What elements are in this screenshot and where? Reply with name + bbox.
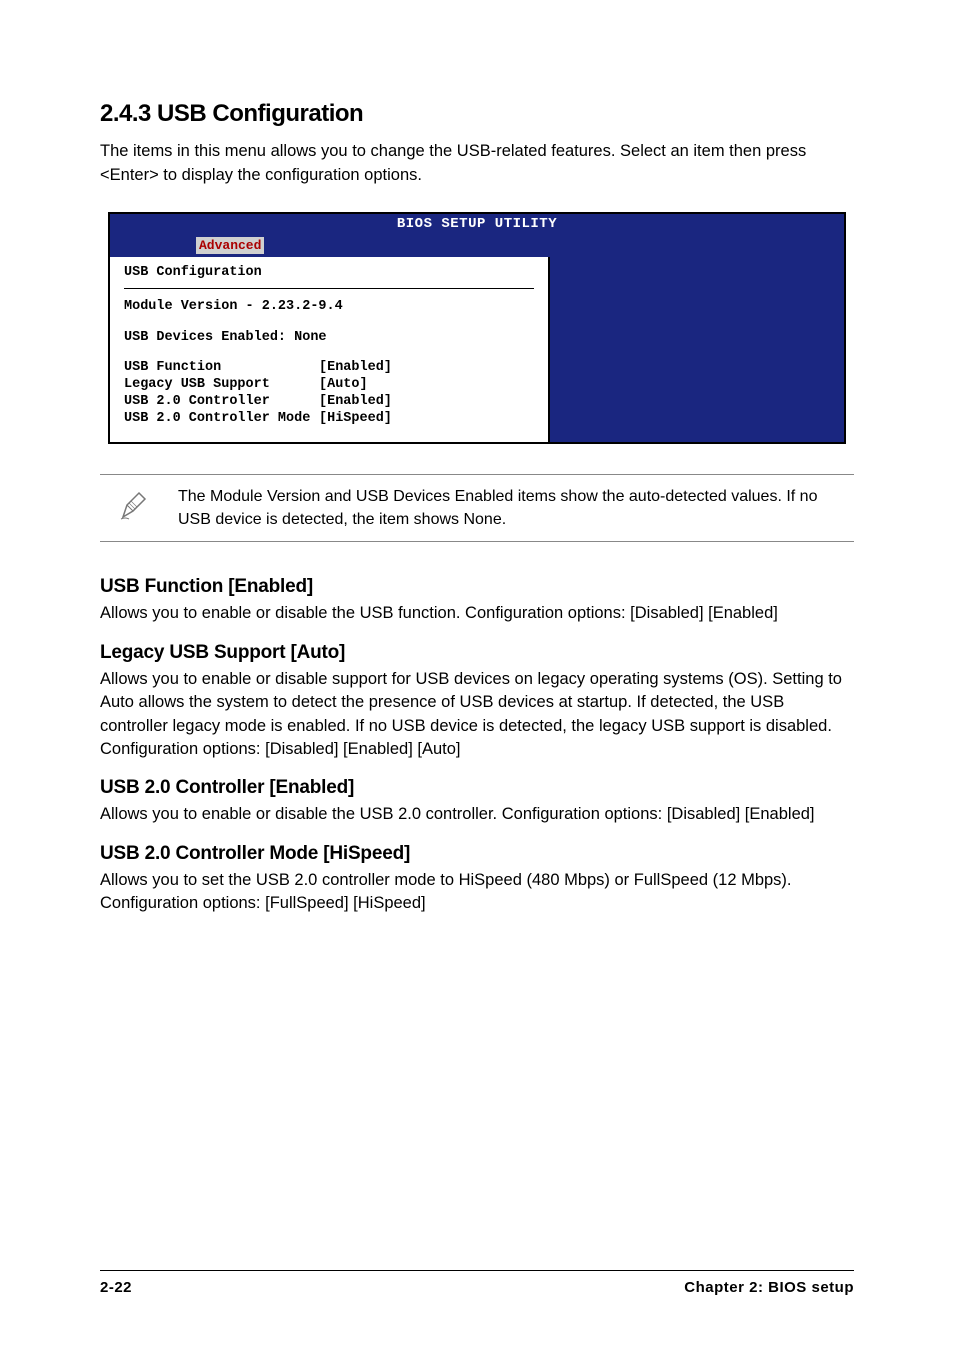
bios-row-value: [Enabled] — [319, 360, 534, 377]
bios-row-label: USB 2.0 Controller — [124, 394, 319, 411]
subheading-usb20-controller: USB 2.0 Controller [Enabled] — [100, 777, 854, 799]
bios-row: USB 2.0 Controller Mode [HiSpeed] — [124, 411, 534, 428]
bios-row-value: [HiSpeed] — [319, 411, 534, 428]
body-usb20-controller: Allows you to enable or disable the USB … — [100, 803, 854, 826]
bios-row-label: USB Function — [124, 360, 319, 377]
bios-body: USB Configuration Module Version - 2.23.… — [110, 257, 844, 442]
note-text: The Module Version and USB Devices Enabl… — [170, 485, 854, 531]
bios-screenshot-box: BIOS SETUP UTILITY Advanced USB Configur… — [108, 212, 846, 444]
bios-module-version: Module Version - 2.23.2-9.4 — [124, 299, 534, 316]
bios-row-value: [Enabled] — [319, 394, 534, 411]
note-block: The Module Version and USB Devices Enabl… — [100, 474, 854, 542]
body-usb-function: Allows you to enable or disable the USB … — [100, 602, 854, 625]
subheading-usb-function: USB Function [Enabled] — [100, 576, 854, 598]
intro-paragraph: The items in this menu allows you to cha… — [100, 140, 854, 188]
bios-section-title: USB Configuration — [124, 265, 534, 289]
bios-row: Legacy USB Support [Auto] — [124, 377, 534, 394]
chapter-title: Chapter 2: BIOS setup — [684, 1279, 854, 1296]
pencil-note-icon — [117, 487, 153, 528]
bios-title: BIOS SETUP UTILITY — [110, 214, 844, 234]
bios-devices-enabled: USB Devices Enabled: None — [124, 330, 534, 347]
bios-tab-row: Advanced — [110, 234, 844, 257]
page-number: 2-22 — [100, 1279, 132, 1296]
body-legacy-usb: Allows you to enable or disable support … — [100, 668, 854, 762]
bios-tab-advanced: Advanced — [196, 237, 264, 254]
bios-row-label: Legacy USB Support — [124, 377, 319, 394]
bios-row-label: USB 2.0 Controller Mode — [124, 411, 319, 428]
body-usb20-mode: Allows you to set the USB 2.0 controller… — [100, 869, 854, 916]
note-icon-container — [100, 485, 170, 528]
subheading-legacy-usb: Legacy USB Support [Auto] — [100, 642, 854, 664]
bios-row: USB Function [Enabled] — [124, 360, 534, 377]
bios-row-value: [Auto] — [319, 377, 534, 394]
bios-right-panel — [550, 257, 844, 442]
page-footer: 2-22 Chapter 2: BIOS setup — [100, 1270, 854, 1296]
bios-left-panel: USB Configuration Module Version - 2.23.… — [110, 257, 550, 442]
bios-row: USB 2.0 Controller [Enabled] — [124, 394, 534, 411]
subheading-usb20-mode: USB 2.0 Controller Mode [HiSpeed] — [100, 843, 854, 865]
section-heading: 2.4.3 USB Configuration — [100, 100, 854, 128]
